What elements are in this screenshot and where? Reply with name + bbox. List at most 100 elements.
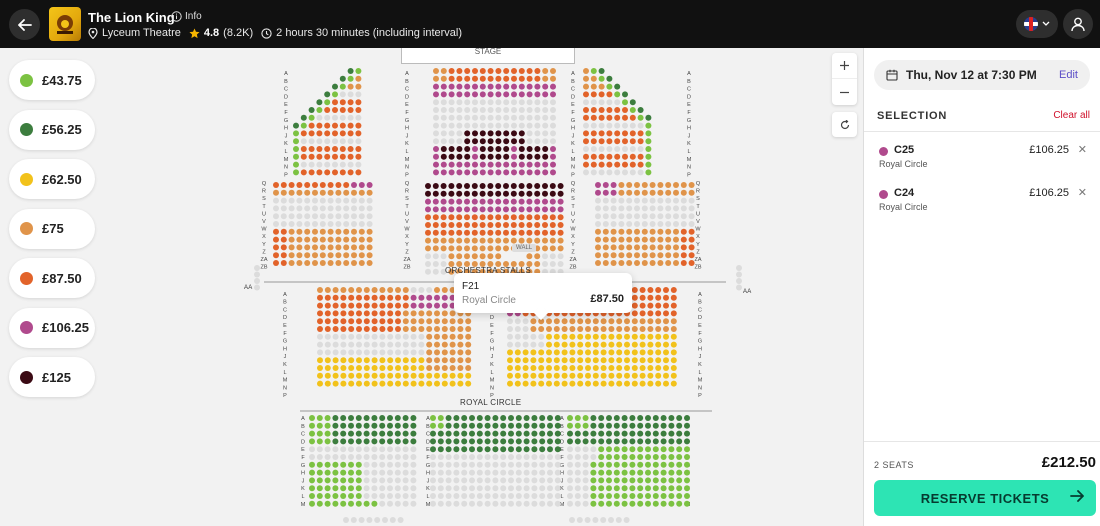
seat[interactable] [684, 493, 690, 499]
seat[interactable] [613, 438, 620, 445]
seat[interactable] [518, 229, 525, 236]
seat[interactable] [348, 485, 354, 492]
seat[interactable] [621, 446, 628, 453]
seat[interactable] [280, 182, 287, 188]
seat[interactable] [327, 189, 334, 196]
seat[interactable] [629, 500, 636, 507]
seat[interactable] [379, 287, 386, 293]
seat[interactable] [598, 430, 605, 437]
seat[interactable] [371, 500, 378, 507]
seat[interactable] [363, 438, 370, 445]
seat[interactable] [550, 146, 556, 152]
seat[interactable] [567, 415, 573, 421]
seat[interactable] [534, 190, 541, 197]
seat[interactable] [629, 153, 636, 160]
seat[interactable] [649, 244, 656, 251]
seat[interactable] [569, 341, 576, 348]
seat[interactable] [348, 302, 355, 309]
seat[interactable] [379, 365, 386, 371]
seat[interactable] [457, 326, 464, 332]
seat[interactable] [673, 228, 679, 235]
seat[interactable] [348, 318, 355, 325]
seat[interactable] [340, 493, 347, 499]
seat[interactable] [440, 68, 447, 74]
seat[interactable] [647, 287, 654, 293]
seat[interactable] [500, 430, 507, 437]
seat[interactable] [670, 302, 677, 309]
info-link[interactable]: Info [171, 11, 202, 22]
seat[interactable] [663, 357, 669, 364]
seat[interactable] [440, 237, 447, 244]
seat[interactable] [518, 206, 525, 213]
seat[interactable] [425, 214, 431, 221]
seat[interactable] [340, 485, 347, 492]
seat[interactable] [680, 189, 687, 196]
seat[interactable] [363, 430, 370, 437]
seat[interactable] [495, 68, 502, 74]
seat[interactable] [324, 294, 331, 301]
seat[interactable] [629, 469, 636, 476]
seat[interactable] [371, 372, 378, 379]
seat[interactable] [645, 438, 651, 445]
seat[interactable] [348, 287, 355, 293]
seat[interactable] [487, 245, 494, 252]
seat[interactable] [613, 461, 620, 468]
seat[interactable] [484, 415, 491, 421]
seat[interactable] [430, 422, 436, 429]
seat[interactable] [631, 365, 638, 371]
seat[interactable] [426, 365, 433, 371]
seat[interactable] [663, 333, 669, 340]
seat[interactable] [402, 294, 409, 301]
seat[interactable] [464, 206, 470, 213]
seat[interactable] [464, 83, 471, 90]
seat[interactable] [464, 130, 471, 137]
seat[interactable] [684, 461, 690, 468]
seat[interactable] [550, 153, 556, 160]
seat[interactable] [332, 146, 338, 152]
seat[interactable] [379, 372, 386, 379]
seat[interactable] [641, 252, 648, 259]
seat[interactable] [590, 83, 597, 90]
seat[interactable] [637, 500, 644, 507]
seat[interactable] [660, 493, 667, 499]
seat[interactable] [363, 326, 370, 332]
seat[interactable] [464, 229, 470, 236]
seat[interactable] [288, 244, 295, 251]
seat[interactable] [456, 206, 463, 213]
seat[interactable] [595, 189, 601, 196]
seat[interactable] [567, 430, 573, 437]
seat[interactable] [657, 244, 664, 251]
seat[interactable] [639, 380, 646, 387]
seat[interactable] [647, 333, 654, 340]
seat[interactable] [355, 99, 362, 106]
seat[interactable] [347, 99, 354, 106]
seat[interactable] [684, 446, 690, 453]
seat[interactable] [511, 83, 517, 90]
seat[interactable] [457, 333, 464, 340]
seat[interactable] [339, 83, 346, 90]
seat[interactable] [600, 341, 607, 348]
seat[interactable] [616, 349, 623, 356]
seat[interactable] [503, 229, 509, 236]
seat[interactable] [574, 430, 581, 437]
seat[interactable] [449, 365, 456, 371]
seat[interactable] [518, 146, 525, 152]
seat[interactable] [514, 357, 521, 364]
seat[interactable] [479, 245, 486, 252]
seat[interactable] [577, 341, 584, 348]
seat[interactable] [440, 153, 447, 160]
seat[interactable] [606, 454, 612, 460]
seat[interactable] [363, 287, 370, 293]
seat[interactable] [456, 245, 463, 252]
seat[interactable] [355, 75, 362, 82]
seat[interactable] [631, 302, 638, 309]
seat[interactable] [340, 310, 347, 317]
seat[interactable] [614, 153, 621, 160]
seat[interactable] [645, 169, 652, 176]
seat[interactable] [534, 198, 541, 205]
seat[interactable] [606, 477, 612, 484]
seat[interactable] [351, 252, 357, 259]
seat[interactable] [273, 189, 279, 196]
seat[interactable] [655, 372, 662, 379]
seat[interactable] [327, 236, 334, 243]
